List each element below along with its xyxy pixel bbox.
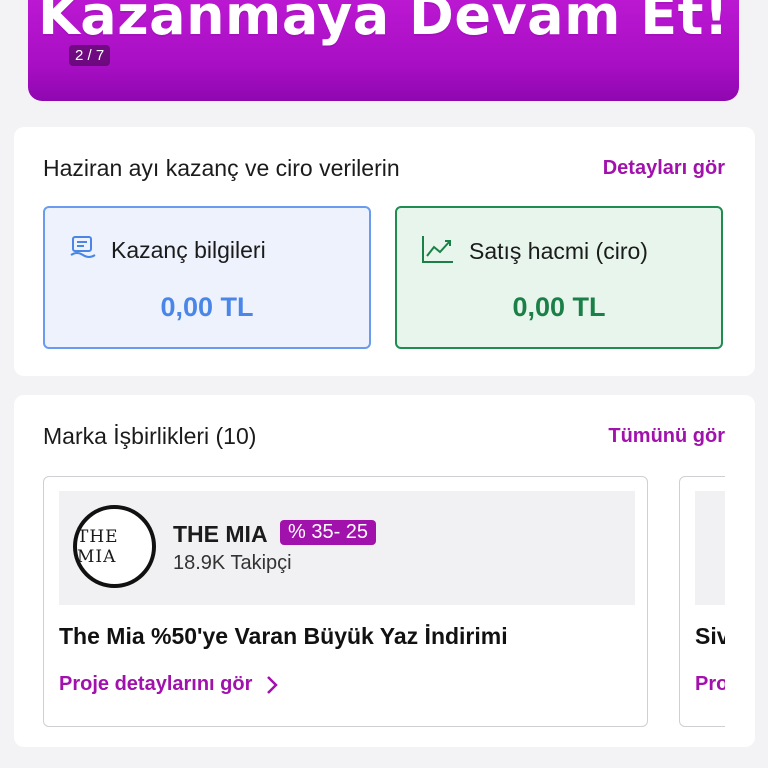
sales-volume-card[interactable]: Satış hacmi (ciro) 0,00 TL <box>395 206 723 349</box>
collabs-see-all-link[interactable]: Tümünü gör <box>608 425 725 448</box>
brand-logo-text: THE MIA <box>77 526 119 567</box>
discount-badge: % 35- 25 <box>280 520 377 545</box>
brand-logo: THE MIA <box>73 505 156 588</box>
collab-title: The Mia %50'ye Varan Büyük Yaz İndirimi <box>59 623 508 649</box>
project-details-label: Proje detaylarını gör <box>59 673 253 695</box>
scroll-mask <box>725 395 755 747</box>
earnings-info-label: Kazanç bilgileri <box>111 237 266 263</box>
promo-banner[interactable]: Kazanmaya Devam Et! 2 / 7 <box>28 0 739 101</box>
earnings-details-link[interactable]: Detayları gör <box>603 157 725 180</box>
project-details-link[interactable]: Pro <box>695 673 728 696</box>
sales-volume-label: Satış hacmi (ciro) <box>469 238 648 264</box>
brand-collabs-section: Marka İşbirlikleri (10) Tümünü gör THE M… <box>14 395 755 747</box>
sales-volume-value: 0,00 TL <box>512 292 606 322</box>
earnings-info-card[interactable]: Kazanç bilgileri 0,00 TL <box>43 206 371 349</box>
project-details-link[interactable]: Proje detaylarını gör <box>59 673 279 696</box>
collabs-title: Marka İşbirlikleri (10) <box>43 423 257 449</box>
chevron-right-icon <box>266 675 279 695</box>
brand-name: THE MIA <box>173 521 268 547</box>
earnings-info-value: 0,00 TL <box>160 292 254 322</box>
earnings-receipt-icon <box>69 234 111 267</box>
brand-followers: 18.9K Takipçi <box>173 552 292 574</box>
collab-card[interactable]: THE MIA THE MIA % 35- 25 18.9K Takipçi T… <box>43 476 648 727</box>
brand-header: THE MIA THE MIA % 35- 25 18.9K Takipçi <box>59 491 635 605</box>
trend-chart-icon <box>421 234 469 269</box>
banner-headline: Kazanmaya Devam Et! <box>37 0 730 47</box>
earnings-title: Haziran ayı kazanç ve ciro verilerin <box>43 155 400 181</box>
earnings-card: Haziran ayı kazanç ve ciro verilerin Det… <box>14 127 755 376</box>
banner-pager: 2 / 7 <box>69 45 111 66</box>
